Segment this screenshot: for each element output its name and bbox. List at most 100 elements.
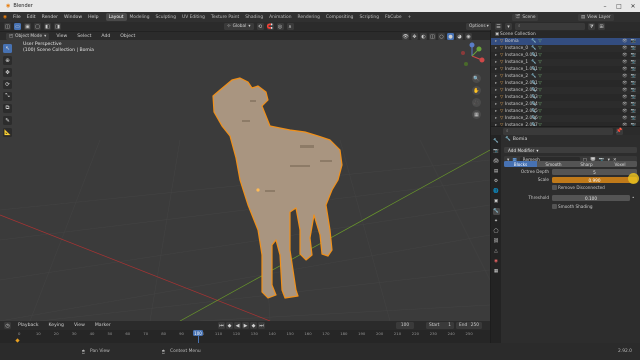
workspace-tab-modeling[interactable]: Modeling (127, 13, 153, 21)
workspace-tab-scripting[interactable]: Scripting (356, 13, 382, 21)
current-frame-field[interactable]: 100 (396, 322, 414, 329)
view-layer-tab-icon[interactable]: ▤ (493, 168, 500, 175)
add-modifier-button[interactable]: Add Modifier ▾ (504, 147, 637, 153)
smooth-shading-checkbox[interactable] (552, 204, 557, 209)
render-camera-icon[interactable]: 📷 (631, 46, 636, 51)
pivot-icon[interactable]: ⟲ (256, 23, 264, 30)
maximize-icon[interactable]: □ (612, 0, 626, 12)
jump-end-icon[interactable]: ⏭ (258, 322, 265, 329)
start-frame-field[interactable]: Start 1 (426, 322, 454, 329)
play-icon[interactable]: ▶ (242, 322, 249, 329)
render-tab-icon[interactable]: 📷 (493, 148, 500, 155)
proportional-edit-icon[interactable]: ◎ (276, 23, 284, 30)
timeline-menu-playback[interactable]: Playback (15, 323, 42, 328)
workspace-tab-shading[interactable]: Shading (242, 13, 266, 21)
octree-depth-field[interactable]: 5 (552, 169, 637, 175)
timeline-menu-keying[interactable]: Keying (46, 323, 67, 328)
render-camera-icon[interactable]: 📷 (631, 60, 636, 65)
visibility-icon[interactable]: 👁 (402, 33, 409, 40)
data-tab-icon[interactable]: △ (493, 248, 500, 255)
render-camera-icon[interactable]: 📷 (631, 88, 636, 93)
scene-tab-icon[interactable]: ⚙ (493, 178, 500, 185)
blender-menu-icon[interactable]: ◉ (0, 15, 10, 20)
outliner-row[interactable]: ▸ ▽ Instance_1.001 🔧 ▽ 👁 📷 (491, 66, 640, 73)
visibility-eye-icon[interactable]: 👁 (622, 60, 627, 65)
filter-icon[interactable]: ⧩ (588, 23, 595, 30)
world-tab-icon[interactable]: 🌐 (493, 188, 500, 195)
render-camera-icon[interactable]: 📷 (631, 95, 636, 100)
outliner-search-field[interactable]: ⌕ (515, 23, 585, 30)
visibility-eye-icon[interactable]: 👁 (622, 46, 627, 51)
workspace-tab-animation[interactable]: Animation (266, 13, 294, 21)
outliner-row[interactable]: ▸ ▽ Instance_2.005 🔧 ▽ 👁 📷 (491, 108, 640, 115)
select-intersect-icon[interactable]: ◨ (54, 23, 61, 30)
material-shading-icon[interactable]: ◕ (456, 33, 463, 40)
mode-dropdown[interactable]: ◰ Object Mode ▾ (6, 32, 50, 40)
add-workspace-button[interactable]: + (405, 13, 415, 21)
transform-tool-icon[interactable]: ⧉ (3, 104, 12, 113)
outliner-row[interactable]: ▸ ▽ Instance_2.002 🔧 ▽ 👁 📷 (491, 87, 640, 94)
3d-viewport[interactable] (0, 40, 490, 321)
timeline-menu-view[interactable]: View (71, 323, 88, 328)
camera-view-icon[interactable]: 🎥 (472, 98, 481, 107)
orientation-dropdown[interactable]: ⊹ Global ▾ (224, 23, 254, 30)
timeline-area[interactable]: 0102030405060708090100110120130140150160… (0, 330, 490, 343)
outliner-row[interactable]: ▸ ▽ Instance_2.006 🔧 ▽ 👁 📷 (491, 115, 640, 122)
select-box-tool-icon[interactable]: ↖ (3, 44, 12, 53)
perspective-toggle-icon[interactable]: ▦ (472, 110, 481, 119)
object-tab-icon[interactable]: ▣ (493, 198, 500, 205)
outliner-row[interactable]: ▸ ▽ Instance_2.001 🔧 ▽ 👁 📷 (491, 80, 640, 87)
visibility-eye-icon[interactable]: 👁 (622, 116, 627, 121)
outliner-row[interactable]: ▸ ▽ Instance_2.004 🔧 ▽ 👁 📷 (491, 101, 640, 108)
workspace-tab-fbcube[interactable]: FbCube (382, 13, 405, 21)
gizmo-icon[interactable]: ✥ (411, 33, 418, 40)
select-invert-icon[interactable]: ◧ (44, 23, 51, 30)
x-axis-icon[interactable] (479, 57, 485, 63)
voxel-dog-model[interactable] (212, 77, 343, 299)
menu-window[interactable]: Window (61, 15, 85, 20)
jump-start-icon[interactable]: ⏮ (218, 322, 225, 329)
threshold-field[interactable]: 0.100 (552, 195, 630, 201)
menu-file[interactable]: File (10, 15, 24, 20)
output-tab-icon[interactable]: 🖨 (493, 158, 500, 165)
minimize-icon[interactable]: – (598, 0, 612, 12)
visibility-eye-icon[interactable]: 👁 (622, 95, 627, 100)
properties-search-field[interactable]: ⌕ (503, 127, 613, 135)
outliner-editor-icon[interactable]: ☰ (495, 23, 502, 30)
outliner-row[interactable]: ▸ ▽ Instance_1 🔧 ▽ 👁 📷 (491, 59, 640, 66)
viewport-menu-add[interactable]: Add (98, 34, 113, 39)
constraints-tab-icon[interactable]: ⛓ (493, 238, 500, 245)
move-tool-icon[interactable]: ✥ (3, 68, 12, 77)
material-tab-icon[interactable]: ◉ (493, 258, 500, 265)
render-camera-icon[interactable]: 📷 (631, 39, 636, 44)
mode-sharp[interactable]: Sharp (570, 161, 603, 167)
solid-shading-icon[interactable]: ● (447, 33, 454, 40)
workspace-tab-uv-editing[interactable]: UV Editing (179, 13, 208, 21)
next-key-icon[interactable]: ◆ (250, 322, 257, 329)
render-camera-icon[interactable]: 📷 (631, 81, 636, 86)
outliner-row[interactable]: ▸ ▽ Instance_2.003 🔧 ▽ 👁 📷 (491, 94, 640, 101)
pan-icon[interactable]: ✋ (472, 86, 481, 95)
physics-tab-icon[interactable]: ◯ (493, 228, 500, 235)
annotate-tool-icon[interactable]: ✎ (3, 116, 12, 125)
render-camera-icon[interactable]: 📷 (631, 67, 636, 72)
play-reverse-icon[interactable]: ◀ (234, 322, 241, 329)
workspace-tab-compositing[interactable]: Compositing (323, 13, 357, 21)
visibility-eye-icon[interactable]: 👁 (622, 53, 627, 58)
cursor-tool-icon[interactable]: ⊕ (3, 56, 12, 65)
select-subtract-icon[interactable]: ▢ (34, 23, 41, 30)
outliner-row[interactable]: ▸ ▽ Instance_0.001 🔧 ▽ 👁 📷 (491, 52, 640, 59)
select-extend-icon[interactable]: ▣ (24, 23, 31, 30)
editor-type-icon[interactable]: ◫ (4, 23, 11, 30)
menu-edit[interactable]: Edit (24, 15, 39, 20)
measure-tool-icon[interactable]: 📐 (3, 128, 12, 137)
select-box-mode-icon[interactable]: ▭ (14, 23, 21, 30)
z-axis-icon[interactable] (469, 42, 475, 48)
outliner[interactable]: ▣ Scene Collection ▸ ▽ Bomia 🔧 ▽ 👁 📷 ▸ ▽ Instance_… (491, 31, 640, 126)
tool-tab-icon[interactable]: 🔧 (493, 138, 500, 145)
view-layer-selector[interactable]: ▤ View Layer (578, 13, 614, 21)
y-axis-icon[interactable] (476, 46, 482, 52)
scale-field[interactable]: 0.990 (552, 177, 637, 183)
snap-icon[interactable]: 🧲 (266, 23, 274, 30)
prev-key-icon[interactable]: ◆ (226, 322, 233, 329)
